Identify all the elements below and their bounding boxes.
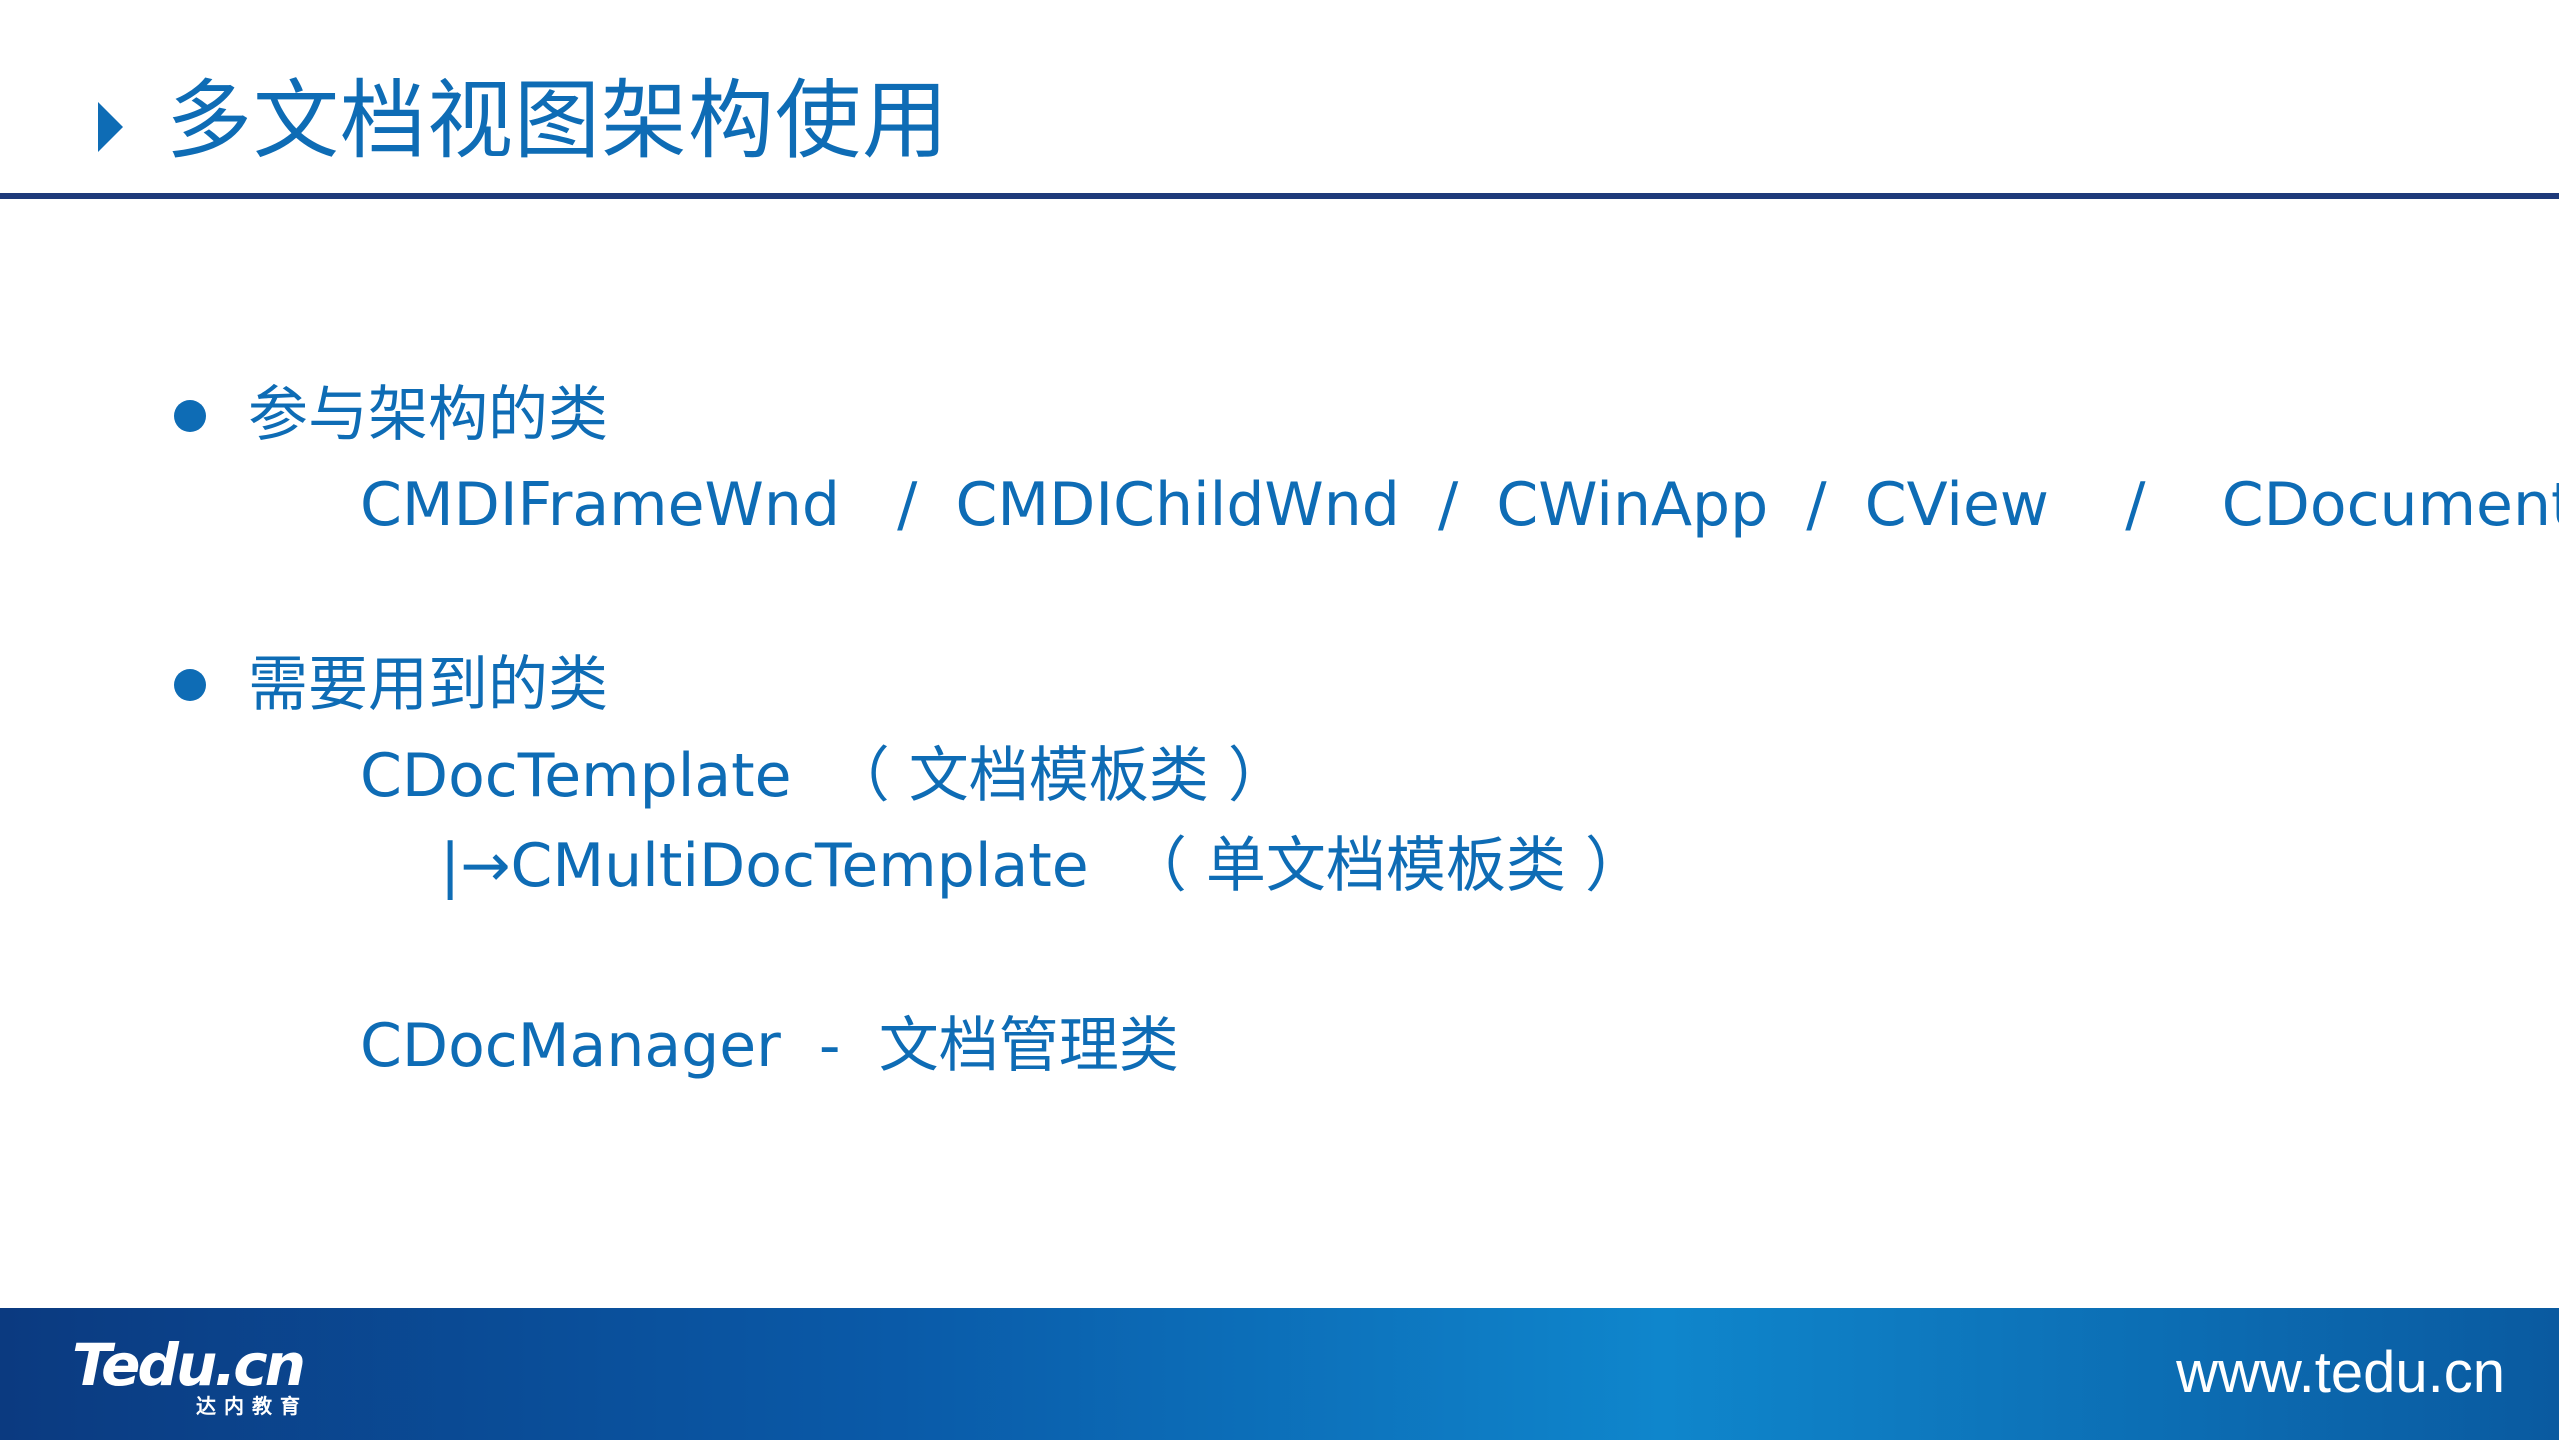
header-divider: [0, 193, 2559, 199]
class-item-docmanager: CDocManager - 文档管理类: [360, 1011, 1179, 1081]
bullet-icon: [174, 400, 206, 432]
class-item-multidoctemplate: |→CMultiDocTemplate （ 单文档模板类 ）: [440, 831, 1646, 901]
section-heading-participating-classes: 参与架构的类: [248, 380, 608, 450]
triangle-right-icon: [98, 102, 123, 152]
tedu-logo: Tedu.cn 达内教育: [72, 1332, 332, 1422]
logo-text: Tedu.cn: [72, 1331, 306, 1399]
bullet-icon: [174, 669, 206, 701]
slide-footer: Tedu.cn 达内教育 www.tedu.cn: [0, 1308, 2559, 1440]
section-heading-required-classes: 需要用到的类: [248, 650, 608, 720]
logo-subtitle: 达内教育: [196, 1394, 308, 1418]
slide-header: 多文档视图架构使用: [0, 0, 2559, 200]
footer-url: www.tedu.cn: [2176, 1340, 2505, 1405]
class-list: CMDIFrameWnd / CMDIChildWnd / CWinApp / …: [360, 470, 2559, 540]
slide-title: 多文档视图架构使用: [166, 71, 949, 171]
class-item-doctemplate: CDocTemplate （ 文档模板类 ）: [360, 741, 1288, 811]
